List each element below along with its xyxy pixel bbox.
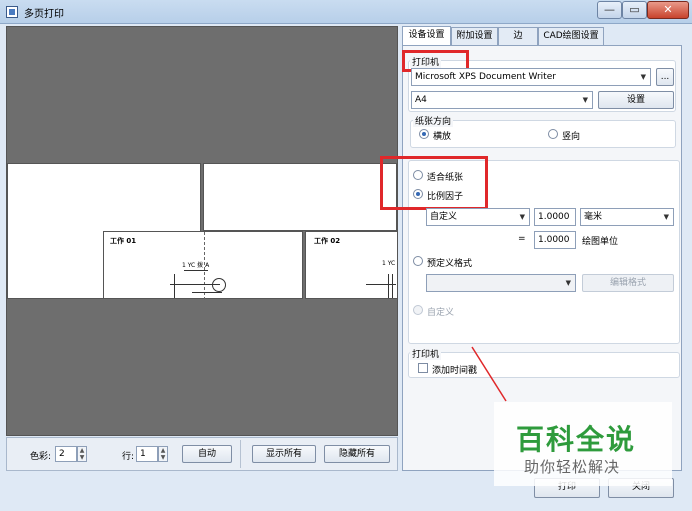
cad-line xyxy=(388,274,389,298)
drawing-unit-label: 绘图单位 xyxy=(582,237,619,247)
paper-size-select[interactable]: A4 ▼ xyxy=(411,91,593,109)
annotation-line xyxy=(471,346,507,402)
maximize-button[interactable]: ▭ xyxy=(622,1,647,19)
unit-select[interactable]: 毫米 ▼ xyxy=(580,208,674,226)
watermark-logo: 百科全说 xyxy=(516,423,637,456)
predefined-format-select[interactable]: ▼ xyxy=(426,274,576,292)
tab-cad-settings[interactable]: CAD绘图设置 xyxy=(538,27,604,45)
show-all-button[interactable]: 显示所有 xyxy=(252,445,316,463)
scale-factor-label: 比例因子 xyxy=(427,192,464,202)
scale-value-input[interactable]: 1.0000 xyxy=(534,208,576,226)
chevron-down-icon: ▼ xyxy=(663,213,669,221)
tab-margins[interactable]: 边 xyxy=(498,27,538,45)
chevron-down-icon: ▼ xyxy=(565,279,571,287)
cad-line xyxy=(174,274,175,298)
auto-button[interactable]: 自动 xyxy=(182,445,232,463)
cad-line xyxy=(392,274,393,298)
title-bar xyxy=(0,0,692,24)
row-input[interactable]: 1 xyxy=(136,446,158,462)
drawing-unit-input[interactable]: 1.0000 xyxy=(534,231,576,249)
equals-label: = xyxy=(518,234,526,244)
fit-paper-radio[interactable] xyxy=(413,170,423,180)
scale-mode-value: 自定义 xyxy=(430,212,458,222)
tab-device-settings[interactable]: 设备设置 xyxy=(402,26,451,45)
landscape-label: 横放 xyxy=(433,132,452,142)
chevron-down-icon: ▼ xyxy=(640,73,646,81)
preview-page: 工作 02 1 YC xyxy=(305,231,397,299)
row-spinner[interactable]: ▲ ▼ xyxy=(158,446,168,462)
window-title: 多页打印 xyxy=(24,9,64,20)
scale-factor-radio[interactable] xyxy=(413,189,423,199)
preview-page xyxy=(203,163,397,231)
portrait-label: 竖向 xyxy=(562,132,581,142)
app-icon xyxy=(6,6,18,18)
color-input[interactable]: 2 xyxy=(55,446,77,462)
browse-printer-button[interactable]: ... xyxy=(656,68,674,86)
sheet-note: 1 YC xyxy=(382,260,396,267)
toolbar-divider xyxy=(240,440,241,468)
chevron-down-icon: ▼ xyxy=(519,213,525,221)
orientation-group-title: 纸张方向 xyxy=(413,114,454,127)
print-preview-pane[interactable]: 工作 01 1 YC 拨 A 工作 02 1 YC xyxy=(6,26,398,436)
scale-mode-select[interactable]: 自定义 ▼ xyxy=(426,208,530,226)
portrait-radio[interactable] xyxy=(548,129,558,139)
row-label: 行: xyxy=(122,452,135,462)
edit-format-button[interactable]: 编辑格式 xyxy=(582,274,674,292)
predefined-format-label: 预定义格式 xyxy=(427,259,473,269)
custom-label: 自定义 xyxy=(427,308,455,318)
landscape-radio[interactable] xyxy=(419,129,429,139)
minimize-button[interactable]: — xyxy=(597,1,622,19)
custom-radio[interactable] xyxy=(413,305,423,315)
hide-all-button[interactable]: 隐藏所有 xyxy=(324,445,390,463)
color-label: 色彩: xyxy=(30,452,52,462)
paper-size-value: A4 xyxy=(415,95,427,105)
unit-value: 毫米 xyxy=(584,212,603,222)
cad-line xyxy=(192,292,222,293)
color-spinner[interactable]: ▲ ▼ xyxy=(77,446,87,462)
timestamp-group-title: 打印机 xyxy=(410,347,442,360)
close-window-button[interactable]: ✕ xyxy=(647,1,689,19)
fit-paper-label: 适合纸张 xyxy=(427,173,464,183)
center-line xyxy=(204,232,205,300)
settings-tabs: 设备设置 附加设置 边 CAD绘图设置 xyxy=(402,26,682,45)
sheet-title: 工作 02 xyxy=(314,237,341,245)
watermark-slogan: 助你轻松解决 xyxy=(524,458,621,476)
preview-page: 工作 01 1 YC 拨 A xyxy=(103,231,303,300)
chevron-down-icon: ▼ xyxy=(582,96,588,104)
printer-name: Microsoft XPS Document Writer xyxy=(415,72,556,82)
sheet-note: 1 YC 拨 A xyxy=(182,262,210,269)
printer-setup-button[interactable]: 设置 xyxy=(598,91,674,109)
predefined-format-radio[interactable] xyxy=(413,256,423,266)
printer-select[interactable]: Microsoft XPS Document Writer ▼ xyxy=(411,68,651,86)
add-timestamp-checkbox[interactable] xyxy=(418,363,428,373)
cad-circle xyxy=(212,278,226,292)
cad-line xyxy=(184,270,208,271)
tab-additional-settings[interactable]: 附加设置 xyxy=(451,27,498,45)
printer-group-title: 打印机 xyxy=(410,55,442,68)
sheet-title: 工作 01 xyxy=(110,237,137,245)
